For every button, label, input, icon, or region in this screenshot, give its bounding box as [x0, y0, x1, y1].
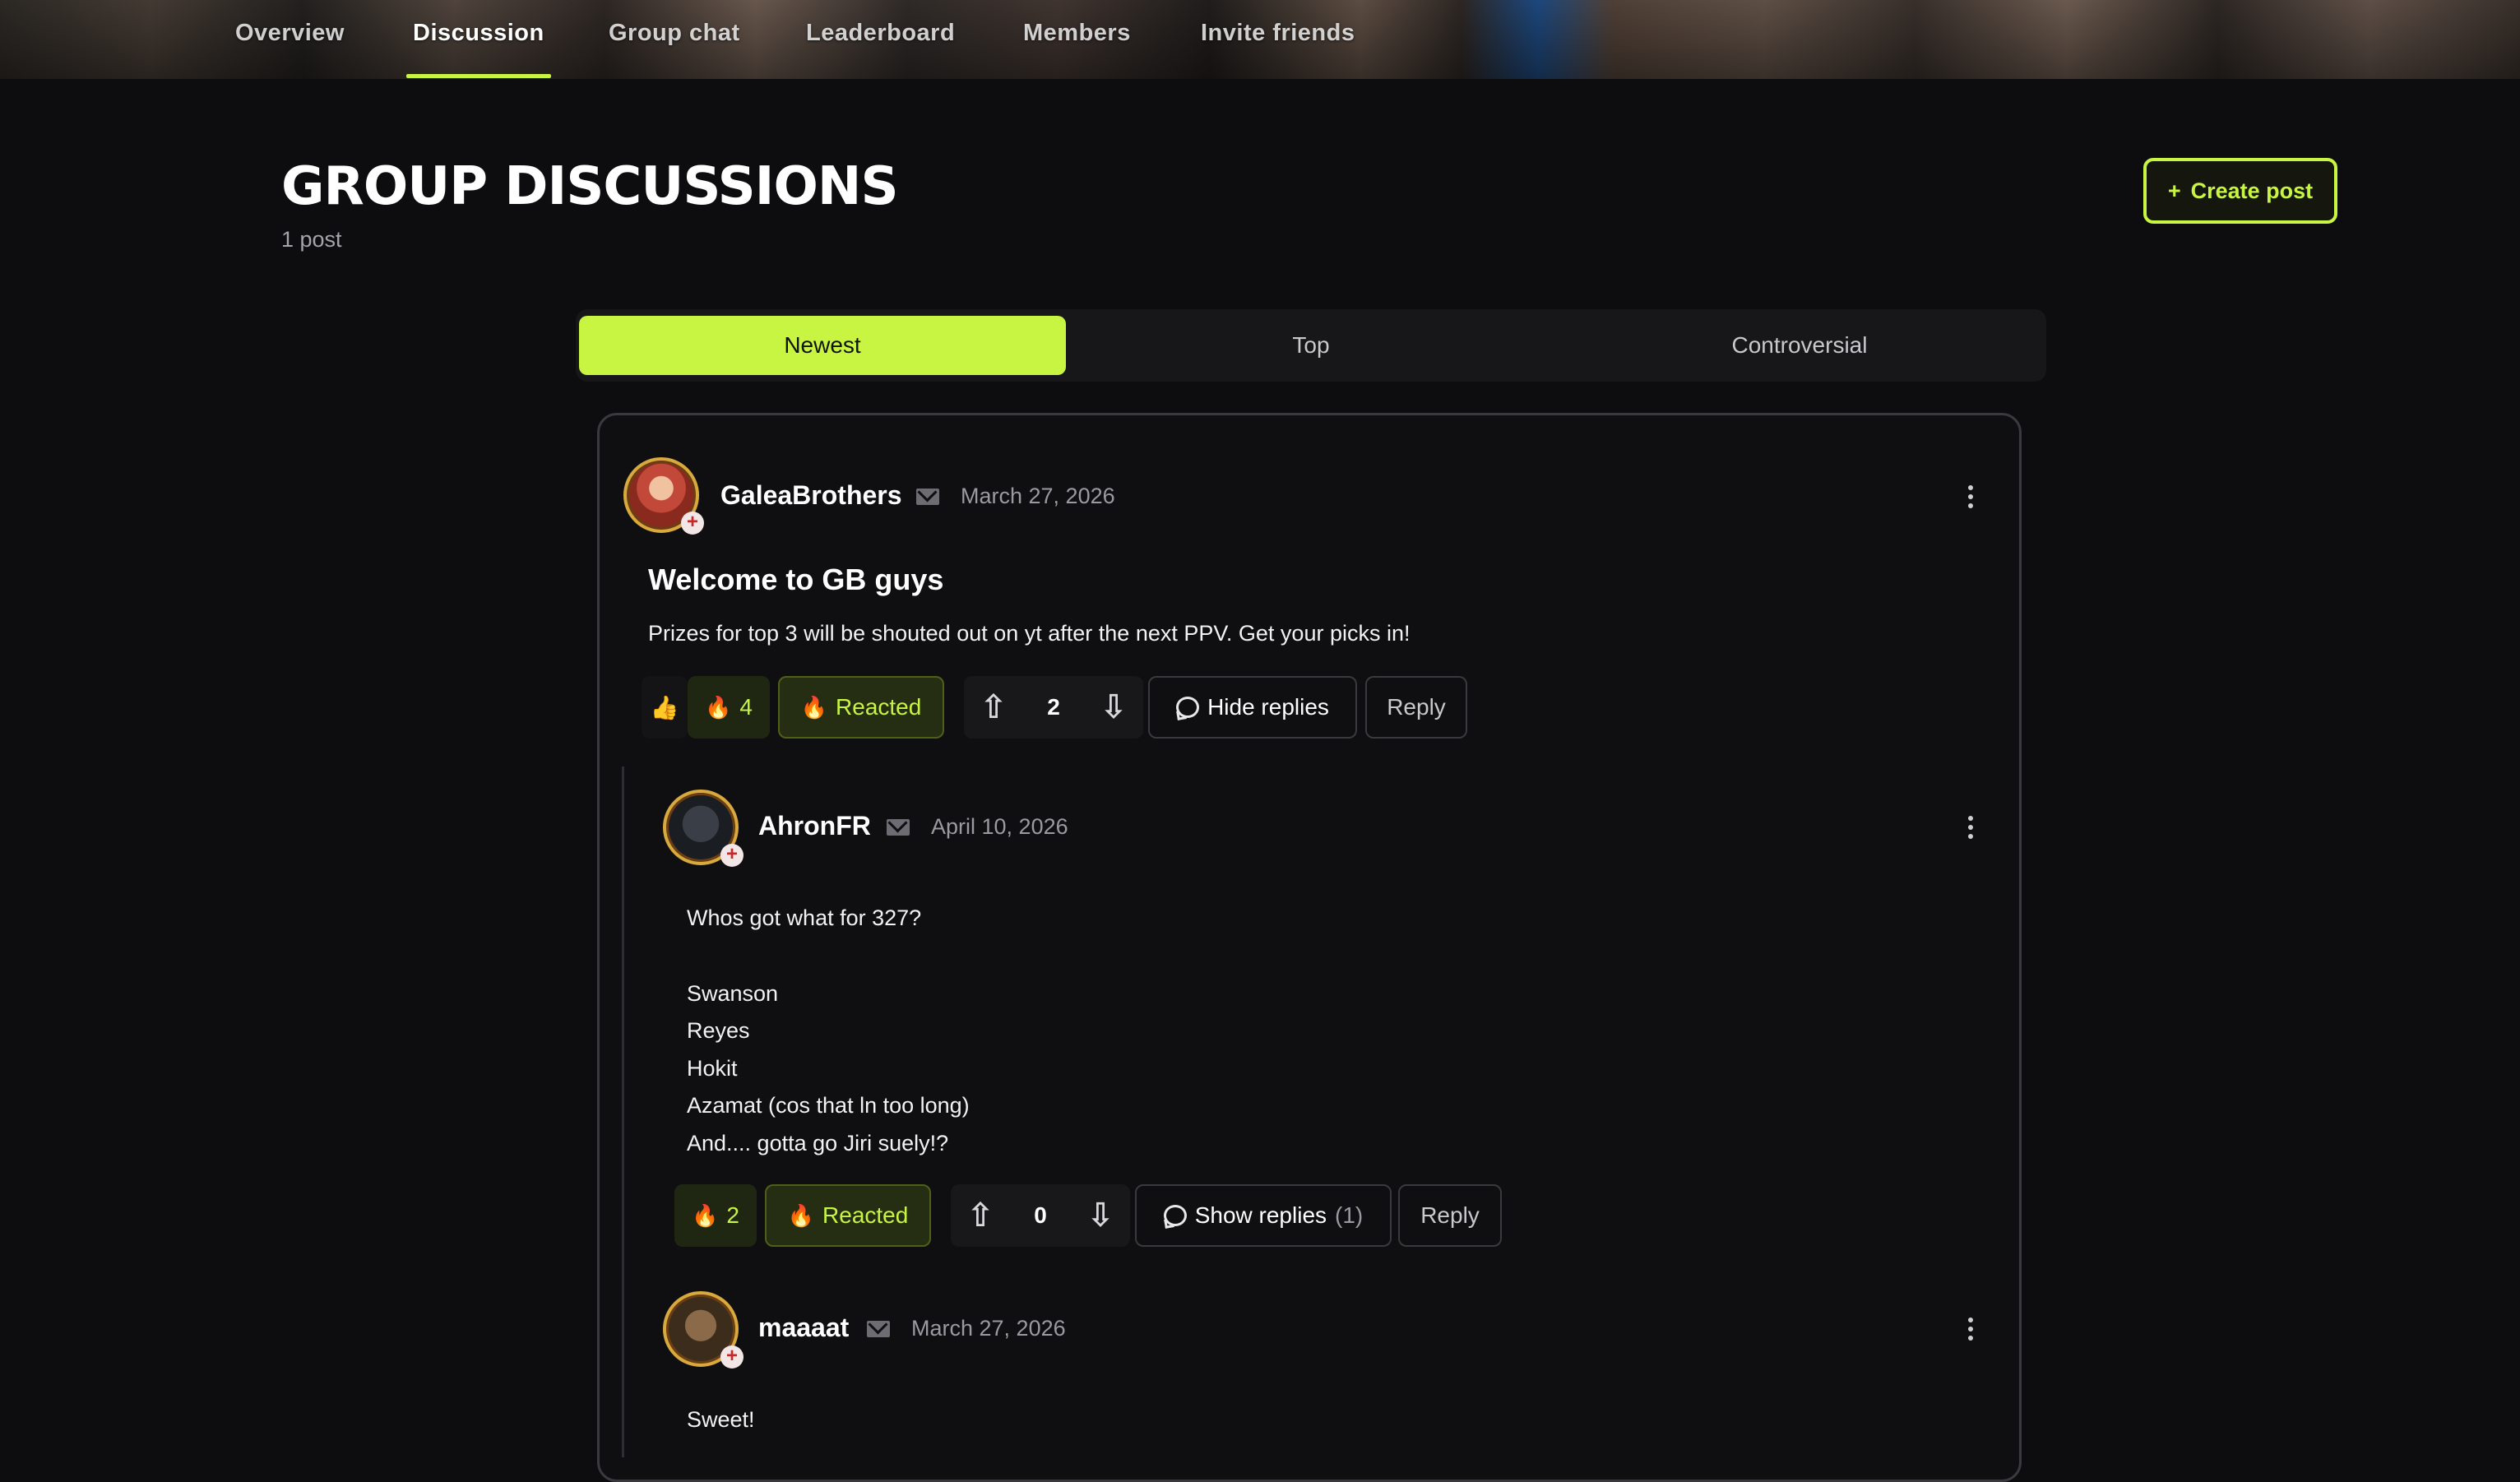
fire-reaction-count[interactable]: 🔥 4	[688, 676, 770, 739]
fire-icon: 🔥	[692, 1202, 719, 1228]
plus-badge-icon: +	[720, 844, 743, 867]
mail-icon[interactable]	[916, 489, 939, 505]
vote-score: 2	[1047, 694, 1060, 720]
tab-top[interactable]: Top	[1068, 316, 1554, 375]
reply-line: Swanson	[687, 981, 779, 1006]
more-vertical-icon[interactable]	[1964, 811, 1977, 844]
plus-badge-icon: +	[681, 512, 704, 535]
reply-line: Sweet!	[687, 1407, 755, 1432]
mail-icon[interactable]	[867, 1321, 890, 1337]
plus-badge-icon: +	[720, 1345, 743, 1369]
avatar[interactable]: +	[623, 457, 704, 535]
fire-icon: 🔥	[800, 694, 828, 720]
comment-bubble-icon	[1163, 1205, 1187, 1226]
reacted-button[interactable]: 🔥 Reacted	[778, 676, 944, 739]
plus-icon: +	[2167, 178, 2181, 203]
reply-line: Hokit	[687, 1056, 738, 1081]
arrow-down-icon[interactable]: ⇩	[1100, 691, 1128, 724]
sort-tabs: Newest Top Controversial	[576, 309, 2046, 382]
more-vertical-icon[interactable]	[1964, 1313, 1977, 1345]
reply-line: Reyes	[687, 1018, 750, 1043]
reply-button[interactable]: Reply	[1398, 1184, 1502, 1247]
avatar[interactable]: +	[663, 1291, 743, 1369]
show-replies-label: Show replies	[1194, 1202, 1327, 1228]
fire-icon: 🔥	[787, 1202, 815, 1228]
arrow-down-icon[interactable]: ⇩	[1086, 1199, 1114, 1232]
active-tab-indicator	[406, 74, 551, 78]
nav-leaderboard[interactable]: Leaderboard	[806, 0, 955, 79]
vote-control: ⇧ 2 ⇩	[964, 676, 1143, 739]
show-replies-button[interactable]: Show replies (1)	[1135, 1184, 1392, 1247]
reply-date: April 10, 2026	[931, 814, 1068, 839]
post-title: Welcome to GB guys	[648, 563, 944, 596]
fire-reaction-count[interactable]: 🔥 2	[674, 1184, 757, 1247]
arrow-up-icon[interactable]: ⇧	[980, 691, 1008, 724]
tab-controversial[interactable]: Controversial	[1556, 316, 2043, 375]
tab-newest[interactable]: Newest	[579, 316, 1066, 375]
post-date: March 27, 2026	[961, 484, 1115, 508]
hide-replies-button[interactable]: Hide replies	[1148, 676, 1357, 739]
create-post-label: Create post	[2190, 178, 2314, 203]
nav-invite-friends[interactable]: Invite friends	[1201, 0, 1355, 79]
avatar[interactable]: +	[663, 790, 743, 867]
fire-count: 4	[739, 694, 753, 720]
page-title: GROUP DISCUSSIONS	[281, 156, 899, 217]
reacted-label: Reacted	[822, 1202, 909, 1228]
reply-line: Whos got what for 327?	[687, 905, 922, 930]
post-author[interactable]: GaleaBrothers	[720, 480, 902, 511]
vote-control: ⇧ 0 ⇩	[951, 1184, 1130, 1247]
mail-icon[interactable]	[887, 819, 910, 836]
nav-overview[interactable]: Overview	[235, 0, 345, 79]
reply-line: Azamat (cos that ln too long)	[687, 1093, 970, 1118]
reply-thread-line	[622, 766, 624, 1457]
nav-group-chat[interactable]: Group chat	[609, 0, 740, 79]
show-replies-count: (1)	[1335, 1202, 1364, 1228]
nav-discussion[interactable]: Discussion	[413, 0, 544, 79]
reply-line: And.... gotta go Jiri suely!?	[687, 1131, 949, 1155]
create-post-button[interactable]: + Create post	[2143, 158, 2337, 224]
arrow-up-icon[interactable]: ⇧	[966, 1199, 994, 1232]
vote-score: 0	[1034, 1202, 1047, 1228]
reply-button[interactable]: Reply	[1365, 676, 1467, 739]
thumbs-up-icon: 👍	[650, 694, 679, 720]
comment-bubble-icon	[1176, 697, 1200, 718]
post-count: 1 post	[281, 227, 342, 252]
reply-date: March 27, 2026	[911, 1316, 1066, 1341]
nav-members[interactable]: Members	[1023, 0, 1131, 79]
post-body: Prizes for top 3 will be shouted out on …	[648, 621, 1411, 646]
fire-count: 2	[726, 1202, 739, 1228]
reacted-button[interactable]: 🔥 Reacted	[765, 1184, 931, 1247]
hide-replies-label: Hide replies	[1207, 694, 1329, 720]
thumbs-up-reaction[interactable]: 👍	[642, 676, 688, 739]
fire-icon: 🔥	[705, 694, 732, 720]
reacted-label: Reacted	[836, 694, 922, 720]
reply-author[interactable]: AhronFR	[758, 811, 871, 841]
reply-author[interactable]: maaaat	[758, 1313, 849, 1343]
more-vertical-icon[interactable]	[1964, 480, 1977, 513]
